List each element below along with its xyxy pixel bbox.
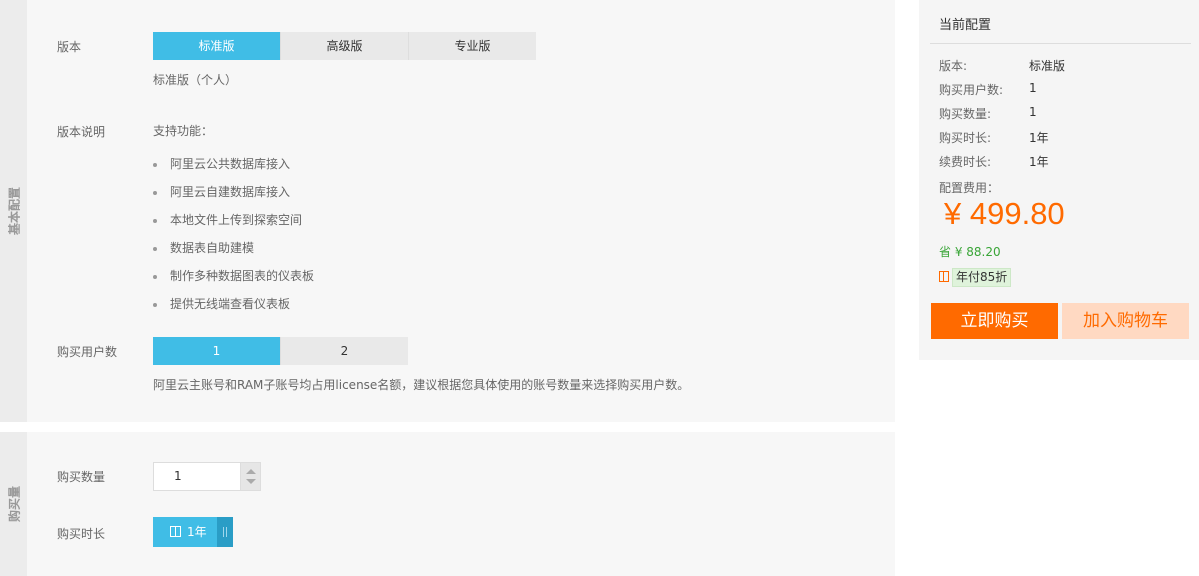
users-option-1[interactable]: 1 — [153, 337, 281, 365]
duration-option-1y[interactable]: 1年 — [153, 517, 217, 547]
feature-item: 本地文件上传到探索空间 — [153, 206, 314, 234]
quantity-stepper: 1 — [153, 462, 261, 491]
buy-now-button[interactable]: 立即购买 — [931, 303, 1058, 339]
feature-heading: 支持功能： — [153, 124, 214, 138]
feature-item: 数据表自助建模 — [153, 234, 314, 262]
summary-row-quantity: 购买数量: 1 — [939, 105, 1037, 121]
quantity-tab: 购买量 — [0, 432, 27, 576]
promo-badge: 年付85折 — [952, 268, 1012, 287]
duration-slider-handle[interactable] — [217, 517, 233, 547]
edition-option-pro[interactable]: 专业版 — [409, 32, 536, 60]
gift-icon — [939, 271, 949, 282]
summary-row-users: 购买用户数: 1 — [939, 81, 1037, 97]
duration-label: 购买时长 — [57, 527, 106, 541]
saving-text: 省 ¥ 88.20 — [939, 245, 1001, 259]
bullet-icon — [153, 163, 157, 167]
description-label: 版本说明 — [57, 125, 106, 139]
edition-option-advanced[interactable]: 高级版 — [281, 32, 409, 60]
feature-item: 提供无线端查看仪表板 — [153, 290, 314, 318]
current-config-title: 当前配置 — [939, 18, 992, 33]
summary-row-duration: 购买时长: 1年 — [939, 131, 1049, 145]
feature-list: 支持功能： 阿里云公共数据库接入 阿里云自建数据库接入 本地文件上传到探索空间 … — [153, 122, 314, 318]
edition-selector: 标准版 高级版 专业版 — [153, 32, 536, 60]
bullet-icon — [153, 275, 157, 279]
decrement-arrow-icon[interactable] — [246, 479, 256, 484]
summary-row-renewal: 续费时长: 1年 — [939, 155, 1049, 169]
bullet-icon — [153, 247, 157, 251]
users-selector: 1 2 — [153, 337, 408, 365]
edition-subtext: 标准版（个人） — [153, 73, 238, 87]
basic-config-panel: 基本配置 — [0, 0, 895, 422]
quantity-panel: 购买量 — [0, 432, 895, 576]
quantity-label: 购买数量 — [57, 470, 106, 484]
quantity-input[interactable]: 1 — [154, 463, 240, 490]
add-to-cart-button[interactable]: 加入购物车 — [1062, 303, 1189, 339]
edition-option-standard[interactable]: 标准版 — [153, 32, 281, 60]
users-note: 阿里云主账号和RAM子账号均占用license名额，建议根据您具体使用的账号数量… — [153, 378, 690, 392]
edition-label: 版本 — [57, 40, 82, 54]
feature-item: 阿里云自建数据库接入 — [153, 178, 314, 206]
users-label: 购买用户数 — [57, 345, 118, 359]
bullet-icon — [153, 303, 157, 307]
feature-item: 阿里云公共数据库接入 — [153, 150, 314, 178]
duration-value: 1年 — [187, 525, 207, 539]
basic-config-tab-label: 基本配置 — [7, 186, 21, 236]
bullet-icon — [153, 219, 157, 223]
basic-config-tab: 基本配置 — [0, 0, 27, 422]
feature-item: 制作多种数据图表的仪表板 — [153, 262, 314, 290]
fee-label: 配置费用： — [939, 181, 1000, 195]
divider — [930, 43, 1191, 44]
gift-icon — [170, 526, 181, 537]
price-value: ¥ 499.80 — [944, 196, 1065, 231]
users-option-2[interactable]: 2 — [281, 337, 408, 365]
bullet-icon — [153, 191, 157, 195]
quantity-stepper-buttons — [240, 463, 260, 490]
quantity-tab-label: 购买量 — [7, 485, 21, 523]
summary-row-edition: 版本: 标准版 — [939, 59, 1066, 73]
increment-arrow-icon[interactable] — [246, 469, 256, 474]
promo-row: 年付85折 — [939, 268, 1012, 287]
